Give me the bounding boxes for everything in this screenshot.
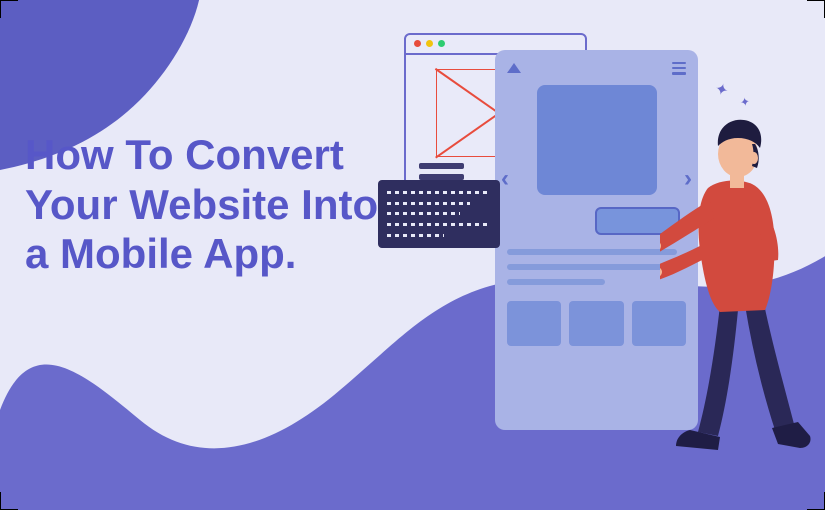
frame-corner bbox=[807, 0, 825, 18]
page-title: How To Convert Your Website Into a Mobil… bbox=[25, 130, 385, 279]
hamburger-icon bbox=[672, 62, 686, 75]
text-lines-icon bbox=[419, 158, 464, 180]
home-icon bbox=[507, 63, 521, 73]
frame-corner bbox=[807, 492, 825, 510]
minimize-dot-icon bbox=[426, 40, 433, 47]
window-controls bbox=[414, 40, 445, 47]
expand-dot-icon bbox=[438, 40, 445, 47]
frame-corner bbox=[0, 0, 18, 18]
phone-topbar bbox=[507, 62, 686, 75]
chevron-left-icon: ‹ bbox=[501, 165, 509, 193]
code-block-icon bbox=[378, 180, 500, 248]
person-illustration bbox=[660, 90, 825, 460]
close-dot-icon bbox=[414, 40, 421, 47]
frame-corner bbox=[0, 492, 18, 510]
